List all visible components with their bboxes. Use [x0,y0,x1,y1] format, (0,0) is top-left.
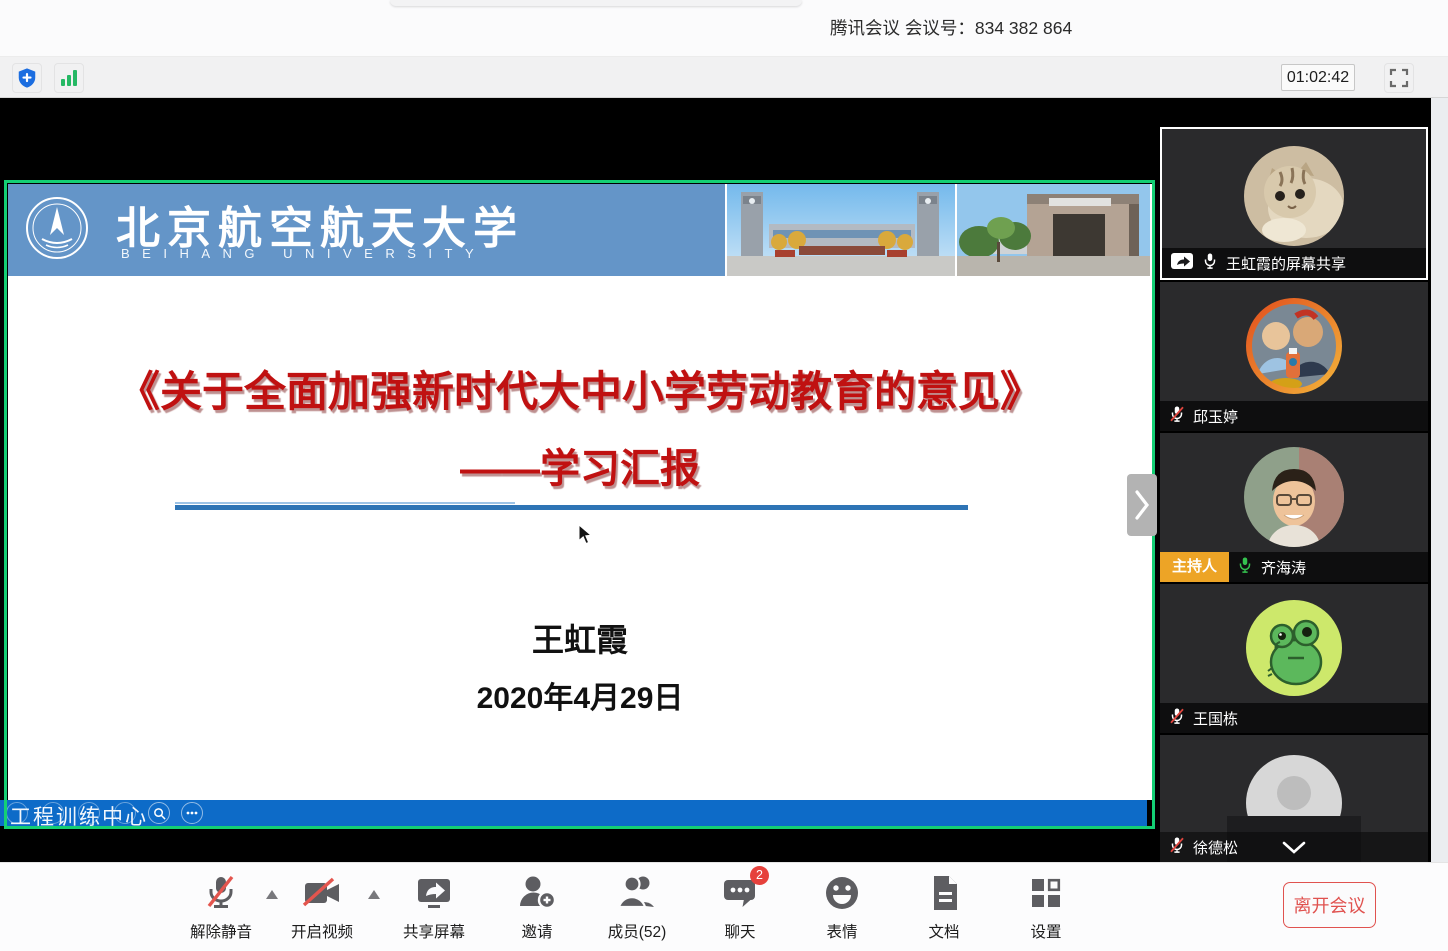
members-button[interactable]: 成员(52) [589,873,685,942]
slide-title: 《关于全面加强新时代大中小学劳动教育的意见》 [8,358,1152,419]
mic-active-icon [1236,556,1254,579]
slide-subtitle: ——学习汇报 [8,436,1152,494]
mic-muted-icon [1168,836,1186,859]
settings-icon [1026,873,1066,913]
slide-date: 2020年4月29日 [8,673,1152,717]
participant-tile-screen-share[interactable]: 王虹霞的屏幕共享 [1160,127,1428,280]
cat-avatar [1244,146,1344,251]
shared-slide: 北京航空航天大学 BEIHANG UNIVERSITY [8,184,1152,800]
network-signal-icon[interactable] [54,63,84,93]
slide-content: 《关于全面加强新时代大中小学劳动教育的意见》 ——学习汇报 王虹霞 2020年4… [8,276,1152,800]
participant-namebar: 王虹霞的屏幕共享 [1162,248,1426,278]
participant-tile[interactable]: 王国栋 [1160,584,1428,733]
docs-icon [924,873,964,913]
beihang-logo [24,195,90,266]
toolbar-item-label: 邀请 [489,920,585,942]
participant-name: 齐海涛 [1261,557,1306,578]
slide-banner: 北京航空航天大学 BEIHANG UNIVERSITY [8,184,1152,276]
mic-muted-icon [201,873,241,913]
fullscreen-icon[interactable] [1384,63,1414,93]
toolbar-item-label: 聊天 [692,920,788,942]
participant-namebar: 王国栋 [1160,703,1428,733]
members-icon [617,873,657,913]
floating-panel-edge [390,0,802,6]
leave-meeting-button[interactable]: 离开会议 [1283,882,1376,928]
more-options-icon[interactable] [181,802,203,824]
toolbar-item-label: 设置 [998,920,1094,942]
participant-tile[interactable]: 徐德松 [1160,735,1428,862]
settings-button[interactable]: 设置 [998,873,1094,942]
share-screen-icon [414,873,454,913]
start-video-button[interactable]: 开启视频 [274,873,370,942]
toolbar-item-label: 表情 [794,920,890,942]
participant-namebar: 邱玉婷 [1160,401,1428,431]
mic-muted-icon [1168,405,1186,428]
banner-blue-strip: 北京航空航天大学 BEIHANG UNIVERSITY [8,184,725,276]
title-bar: 腾讯会议 会议号：834 382 864 [0,0,1448,57]
chat-icon: 2 [720,873,760,913]
docs-button[interactable]: 文档 [896,873,992,942]
next-slide-button[interactable] [1127,474,1157,536]
mic-muted-icon [1168,707,1186,730]
participant-name: 邱玉婷 [1193,406,1238,427]
participant-namebar: 主持人 齐海涛 [1160,552,1428,582]
video-options-caret[interactable] [368,890,380,899]
screen-share-stage: 北京航空航天大学 BEIHANG UNIVERSITY [0,98,1448,862]
emoji-icon [822,873,862,913]
magnifier-icon[interactable] [148,802,170,824]
man-avatar [1244,447,1344,552]
slide-footer-bar: 工程训练中心 [0,800,1147,826]
invite-icon [517,873,557,913]
security-shield-icon[interactable] [12,63,42,93]
mic-on-icon [1201,252,1219,275]
bottom-toolbar: 解除静音 开启视频 共享屏幕 邀请 成员(52) [0,862,1448,951]
tencent-meeting-window: 腾讯会议 会议号：834 382 864 01:02:42 北京航空航天大学 [0,0,1448,951]
participant-name: 徐德松 [1193,837,1238,858]
toolbar-item-label: 成员(52) [589,920,685,942]
toolbar-item-label: 解除静音 [173,920,269,942]
toolbar-item-label: 文档 [896,920,992,942]
meeting-timer: 01:02:42 [1281,64,1355,91]
participant-name: 王国栋 [1193,708,1238,729]
participant-tile[interactable]: 邱玉婷 [1160,282,1428,431]
university-name-en: BEIHANG UNIVERSITY [121,246,486,261]
emoji-button[interactable]: 表情 [794,873,890,942]
window-right-strip [1431,98,1448,862]
top-toolbar: 01:02:42 [0,57,1448,98]
slide-divider-line [175,505,968,510]
share-screen-button[interactable]: 共享屏幕 [386,873,482,942]
kids-avatar [1244,296,1344,401]
meeting-id-text: 腾讯会议 会议号：834 382 864 [830,0,1072,57]
participant-name: 王虹霞的屏幕共享 [1226,253,1346,274]
participant-tile-host[interactable]: 主持人 齐海涛 [1160,433,1428,582]
frog-avatar [1244,598,1344,703]
toolbar-item-label: 开启视频 [274,920,370,942]
host-badge: 主持人 [1160,552,1229,582]
slide-footer-text: 工程训练中心 [10,801,148,831]
campus-gate-photo [727,184,955,276]
chat-button[interactable]: 2 聊天 [692,873,788,942]
invite-button[interactable]: 邀请 [489,873,585,942]
camera-off-icon [302,873,342,913]
screen-share-icon [1170,250,1194,277]
participants-panel: 王虹霞的屏幕共享 邱玉婷 主持人 [1160,127,1428,862]
slide-author: 王虹霞 [8,615,1152,661]
collapse-panel-icon[interactable] [1281,840,1307,859]
chat-unread-badge: 2 [750,866,769,885]
unmute-button[interactable]: 解除静音 [173,873,269,942]
toolbar-item-label: 共享屏幕 [386,920,482,942]
campus-building-photo [957,184,1150,276]
